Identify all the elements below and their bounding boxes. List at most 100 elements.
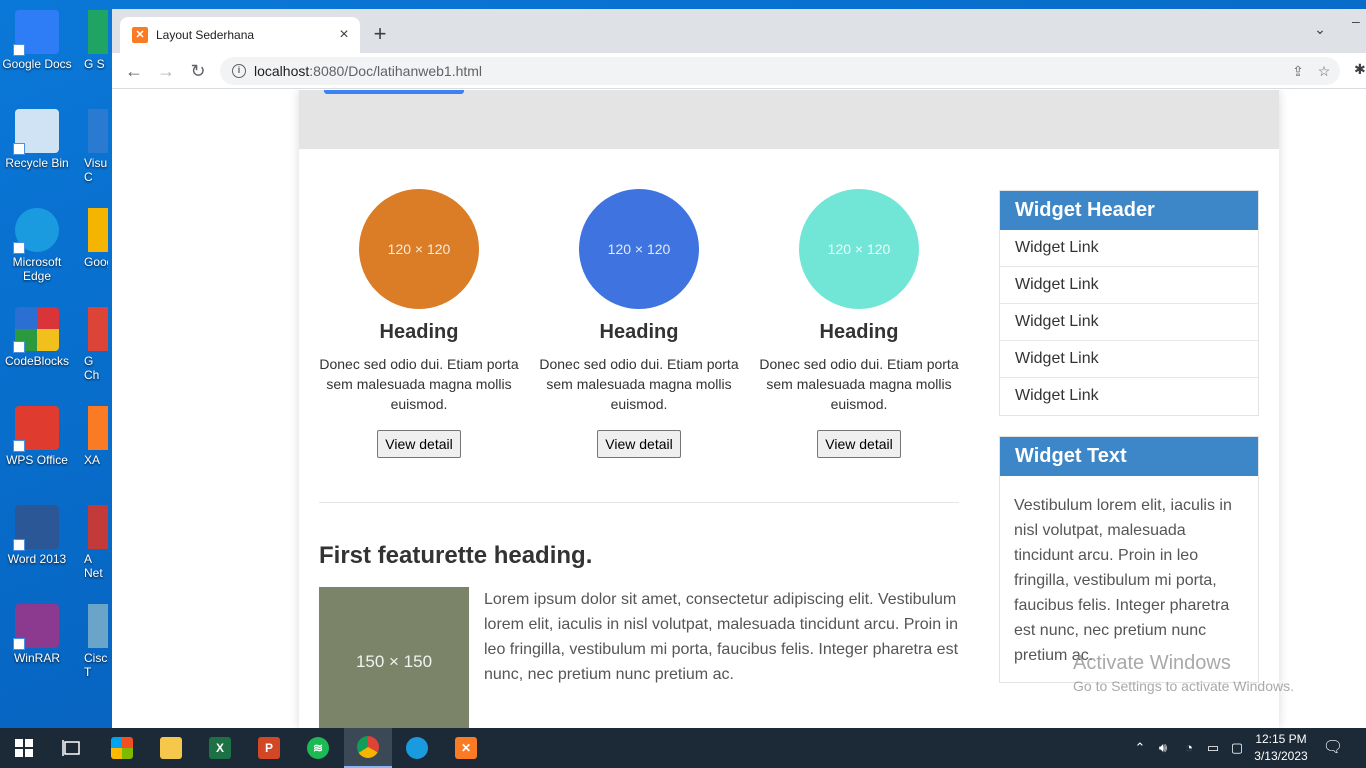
desktop-icon-label: Visu C [84, 156, 108, 184]
widget-link[interactable]: Widget Link [1000, 230, 1258, 267]
desktop-icon-winrar[interactable]: WinRAR [0, 604, 74, 665]
battery-icon[interactable]: ▭ [1204, 728, 1222, 768]
desktop-icon-partial[interactable]: Goog [84, 208, 108, 269]
taskbar-file-explorer[interactable] [147, 728, 195, 768]
widget-link[interactable]: Widget Link [1000, 341, 1258, 378]
desktop-icon-label: G S [84, 57, 105, 71]
header-button[interactable] [324, 90, 464, 94]
extensions-icon[interactable]: ✱ [1354, 61, 1366, 81]
column-heading: Heading [819, 321, 899, 343]
start-button[interactable] [0, 728, 48, 768]
bookmark-star-icon[interactable]: ☆ [1314, 61, 1334, 81]
desktop-icon-label: WinRAR [13, 651, 60, 665]
back-arrow-icon[interactable]: ← [121, 58, 147, 84]
desktop-icon-label: Cisc T [84, 651, 108, 679]
section-divider [319, 502, 959, 503]
sheets-icon [88, 10, 108, 54]
desktop-icon-label: WPS Office [6, 453, 68, 467]
clock[interactable]: 12:15 PM 3/13/2023 [1250, 731, 1312, 765]
site-info-icon[interactable]: i [232, 64, 246, 78]
featurette-heading: First featurette heading. [319, 542, 593, 569]
tab-search-chevron-icon[interactable]: ⌄ [1308, 17, 1332, 41]
xampp-icon: ✕ [455, 737, 477, 759]
tab-strip: ✕ Layout Sederhana × + ⌄ – [112, 9, 1366, 53]
xampp-icon [88, 406, 108, 450]
desktop-icon-label: A Net [84, 552, 103, 580]
desktop-icon-label: CodeBlocks [4, 354, 70, 368]
chrome-icon [357, 736, 379, 758]
widget-header: Widget Header [1000, 191, 1258, 230]
reload-icon[interactable]: ↻ [185, 58, 211, 84]
netbeans-icon [88, 505, 108, 549]
watermark-subtitle: Go to Settings to activate Windows. [1073, 678, 1294, 694]
url-host: localhost [254, 63, 310, 79]
desktop-icon-recycle-bin[interactable]: Recycle Bin [0, 109, 74, 170]
featurette-text: Lorem ipsum dolor sit amet, consectetur … [484, 591, 959, 683]
desktop-icon-partial[interactable]: XA [84, 406, 108, 467]
desktop-icon-wps-office[interactable]: WPS Office [0, 406, 74, 467]
share-icon[interactable]: ⇪ [1288, 61, 1308, 81]
edge-icon [13, 208, 59, 254]
column-text: Donec sed odio dui. Etiam porta sem male… [319, 356, 519, 412]
notifications-icon[interactable]: 🗨︎ [1320, 728, 1346, 768]
desktop-icon-partial[interactable]: A Net [84, 505, 108, 580]
widget-link[interactable]: Widget Link [1000, 378, 1258, 415]
folder-icon [160, 737, 182, 759]
desktop-icon-label: Google Docs [2, 57, 72, 71]
store-icon [111, 737, 133, 759]
circle-placeholder-image: 120 × 120 [359, 189, 479, 309]
powerpoint-icon: P [258, 737, 280, 759]
widget-link[interactable]: Widget Link [1000, 267, 1258, 304]
forward-arrow-icon[interactable]: → [153, 58, 179, 84]
volume-icon[interactable]: 🔊︎ [1154, 728, 1172, 768]
desktop-icon-codeblocks[interactable]: CodeBlocks [0, 307, 74, 368]
browser-window: ✕ Layout Sederhana × + ⌄ – ← → ↻ i local… [112, 9, 1366, 728]
taskbar-edge[interactable] [393, 728, 441, 768]
taskbar-chrome[interactable] [344, 728, 392, 768]
desktop-icon-label: Goog [84, 255, 108, 269]
google-docs-icon [13, 10, 59, 56]
page-container: 120 × 120 Heading Donec sed odio dui. Et… [299, 90, 1279, 728]
url-text[interactable]: localhost:8080/Doc/latihanweb1.html [254, 63, 482, 79]
recycle-bin-icon [13, 109, 59, 155]
network-icon[interactable]: ◔ [1180, 728, 1198, 768]
circle-placeholder-image: 120 × 120 [579, 189, 699, 309]
column-text: Donec sed odio dui. Etiam porta sem male… [759, 356, 959, 412]
taskbar-store[interactable] [98, 728, 146, 768]
desktop-icon-google-docs[interactable]: Google Docs [0, 10, 74, 71]
taskbar: X P ≋ ✕ ⌃ 🔊︎ ◔ ▭ ▢ 12:15 PM 3/13/2023 🗨︎ [0, 728, 1366, 768]
close-tab-icon[interactable]: × [334, 25, 354, 45]
xampp-favicon-icon: ✕ [132, 27, 148, 43]
word-icon [13, 505, 59, 551]
desktop-icon-partial[interactable]: Visu C [84, 109, 108, 184]
cisco-icon [88, 604, 108, 648]
taskbar-xampp[interactable]: ✕ [442, 728, 490, 768]
new-tab-button[interactable]: + [368, 23, 392, 47]
desktop-icon-edge[interactable]: Microsoft Edge [0, 208, 74, 283]
taskbar-excel[interactable]: X [196, 728, 244, 768]
page-viewport: 120 × 120 Heading Donec sed odio dui. Et… [112, 90, 1366, 728]
tab-layout-sederhana[interactable]: ✕ Layout Sederhana × [120, 17, 360, 53]
desktop-icon-word-2013[interactable]: Word 2013 [0, 505, 74, 566]
address-bar[interactable]: i localhost:8080/Doc/latihanweb1.html ⇪ … [220, 57, 1340, 85]
view-detail-button[interactable]: View detail [817, 430, 901, 458]
taskbar-spotify[interactable]: ≋ [294, 728, 342, 768]
desktop-icon-partial[interactable]: G Ch [84, 307, 108, 382]
view-detail-button[interactable]: View detail [377, 430, 461, 458]
edge-icon [406, 737, 428, 759]
header-band [299, 90, 1279, 149]
circle-placeholder-image: 120 × 120 [799, 189, 919, 309]
desktop-icon-label: Microsoft Edge [12, 255, 62, 283]
column-text: Donec sed odio dui. Etiam porta sem male… [539, 356, 739, 412]
desktop-icon-partial[interactable]: Cisc T [84, 604, 108, 679]
browser-toolbar: ← → ↻ i localhost:8080/Doc/latihanweb1.h… [112, 53, 1366, 89]
column-heading: Heading [379, 321, 459, 343]
show-hidden-icons-chevron-icon[interactable]: ⌃ [1132, 728, 1148, 768]
task-view-button[interactable] [48, 728, 96, 768]
taskbar-powerpoint[interactable]: P [245, 728, 293, 768]
minimize-window-icon[interactable]: – [1352, 13, 1366, 37]
view-detail-button[interactable]: View detail [597, 430, 681, 458]
desktop-icon-partial[interactable]: G S [84, 10, 108, 71]
meet-now-icon[interactable]: ▢ [1228, 728, 1246, 768]
widget-link[interactable]: Widget Link [1000, 304, 1258, 341]
